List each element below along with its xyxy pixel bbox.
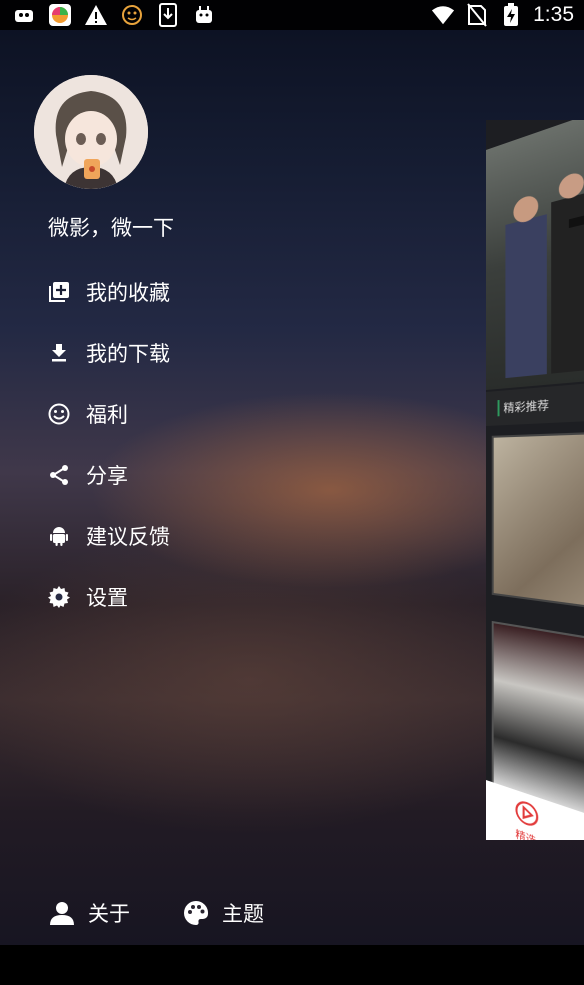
battery-charging-icon [499, 3, 523, 27]
download-icon [46, 340, 72, 366]
ghost-app-icon [12, 3, 36, 27]
menu-item-label: 我的收藏 [86, 277, 170, 307]
status-bar: 1:35 [0, 0, 584, 30]
navigation-bar [0, 945, 584, 985]
smiley-icon [46, 401, 72, 427]
about-button[interactable]: 关于 [48, 898, 130, 928]
emoji-face-icon [120, 3, 144, 27]
theme-button[interactable]: 主题 [182, 898, 264, 928]
android-robot-icon [192, 3, 216, 27]
menu-item-label: 设置 [86, 582, 128, 612]
download-box-icon [156, 3, 180, 27]
menu-item-label: 我的下载 [86, 338, 170, 368]
menu-item-label: 福利 [86, 399, 128, 429]
drawer-bottom-bar: 关于 主题 [48, 898, 316, 928]
android-icon [46, 523, 72, 549]
movie-tile [492, 430, 584, 616]
no-sim-icon [465, 3, 489, 27]
status-time: 1:35 [533, 3, 574, 27]
palette-icon [182, 899, 210, 927]
wifi-icon [431, 3, 455, 27]
section-header-label: 精彩推荐 [498, 396, 549, 416]
warning-icon [84, 3, 108, 27]
share-icon [46, 462, 72, 488]
about-label: 关于 [88, 898, 130, 928]
colorful-app-icon [48, 3, 72, 27]
main-content-preview[interactable]: 精彩推荐 精选 [486, 120, 584, 840]
menu-item-downloads[interactable]: 我的下载 [46, 322, 170, 383]
menu-item-label: 建议反馈 [86, 521, 170, 551]
menu-item-feedback[interactable]: 建议反馈 [46, 505, 170, 566]
user-avatar[interactable] [34, 75, 148, 189]
menu-item-welfare[interactable]: 福利 [46, 383, 170, 444]
preview-card: 精彩推荐 精选 [486, 120, 584, 840]
menu-item-label: 分享 [86, 460, 128, 490]
library-add-icon [46, 279, 72, 305]
featured-poster [486, 120, 584, 390]
menu-item-favorites[interactable]: 我的收藏 [46, 261, 170, 322]
person-icon [48, 899, 76, 927]
theme-label: 主题 [222, 898, 264, 928]
menu-item-settings[interactable]: 设置 [46, 566, 170, 627]
app-slogan: 微影，微一下 [48, 212, 174, 242]
gear-icon [46, 584, 72, 610]
menu-item-share[interactable]: 分享 [46, 444, 170, 505]
drawer-menu: 我的收藏 我的下载 福利 分享 建议反馈 设置 [46, 261, 170, 627]
